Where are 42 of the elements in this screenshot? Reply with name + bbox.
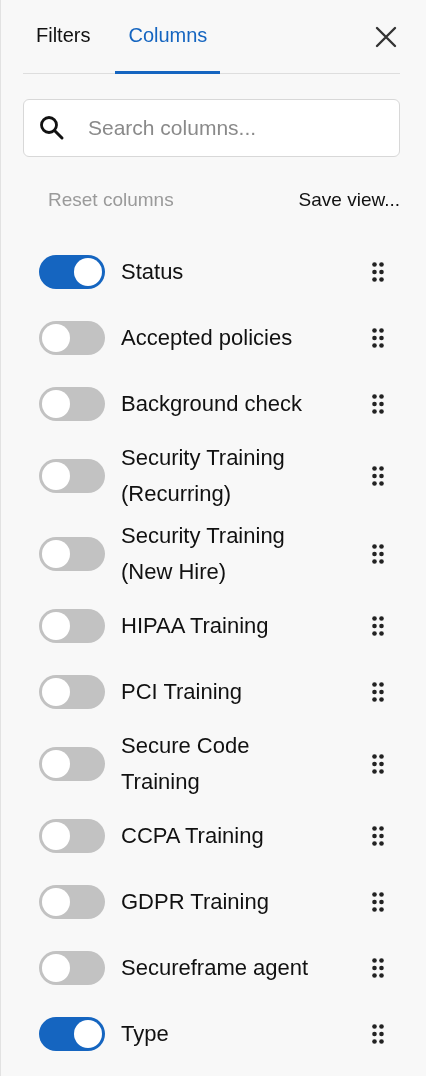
- close-icon: [375, 25, 397, 48]
- column-label: Security Training (New Hire): [121, 522, 286, 586]
- drag-handle-icon[interactable]: [372, 262, 384, 282]
- toggle-switch[interactable]: [39, 321, 105, 355]
- drag-handle-icon[interactable]: [372, 682, 384, 702]
- toggle-switch[interactable]: [39, 459, 105, 493]
- toggle-switch[interactable]: [39, 609, 105, 643]
- toggle-switch[interactable]: [39, 747, 105, 781]
- drag-handle-icon[interactable]: [372, 394, 384, 414]
- drag-handle-icon[interactable]: [372, 826, 384, 846]
- drag-handle-icon[interactable]: [372, 892, 384, 912]
- drag-handle-icon[interactable]: [372, 754, 384, 774]
- column-label: HIPAA Training: [121, 612, 269, 640]
- drag-handle-icon[interactable]: [372, 1024, 384, 1044]
- drag-handle-icon[interactable]: [372, 466, 384, 486]
- column-label: GDPR Training: [121, 888, 269, 916]
- drag-handle-icon[interactable]: [372, 328, 384, 348]
- column-label: Accepted policies: [121, 324, 293, 352]
- toggle-switch[interactable]: [39, 387, 105, 421]
- action-link[interactable]: Save view...: [298, 185, 400, 215]
- column-label: Security Training (Recurring): [121, 444, 286, 508]
- toggle-switch[interactable]: [39, 537, 105, 571]
- toggle-switch[interactable]: [39, 1017, 105, 1051]
- toggle-switch[interactable]: [39, 255, 105, 289]
- column-label: Type: [121, 1020, 169, 1048]
- column-label: Secure Code Training: [121, 732, 251, 796]
- column-label: Secureframe agent: [121, 954, 309, 982]
- toggle-switch[interactable]: [39, 675, 105, 709]
- column-label: Background check: [121, 390, 302, 418]
- search-icon: [39, 115, 65, 141]
- column-label: CCPA Training: [121, 822, 264, 850]
- column-label: Status: [121, 258, 184, 286]
- column-label: PCI Training: [121, 678, 243, 706]
- tab[interactable]: Filters: [23, 0, 104, 74]
- tab[interactable]: Columns: [115, 0, 221, 74]
- drag-handle-icon[interactable]: [372, 544, 384, 564]
- drag-handle-icon[interactable]: [372, 616, 384, 636]
- search-field[interactable]: Search columns...: [23, 99, 400, 157]
- toggle-switch[interactable]: [39, 951, 105, 985]
- toggle-switch[interactable]: [39, 819, 105, 853]
- drag-handle-icon[interactable]: [372, 958, 384, 978]
- toggle-switch[interactable]: [39, 885, 105, 919]
